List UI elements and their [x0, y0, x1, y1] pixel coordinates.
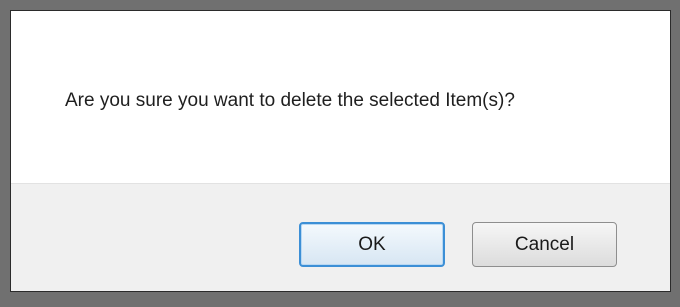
dialog-footer: OK Cancel [11, 183, 670, 291]
cancel-button[interactable]: Cancel [472, 222, 617, 267]
delete-confirmation-dialog: Are you sure you want to delete the sele… [10, 10, 671, 292]
dialog-message: Are you sure you want to delete the sele… [65, 90, 515, 111]
dialog-body: Are you sure you want to delete the sele… [11, 11, 670, 183]
ok-button[interactable]: OK [299, 222, 445, 267]
